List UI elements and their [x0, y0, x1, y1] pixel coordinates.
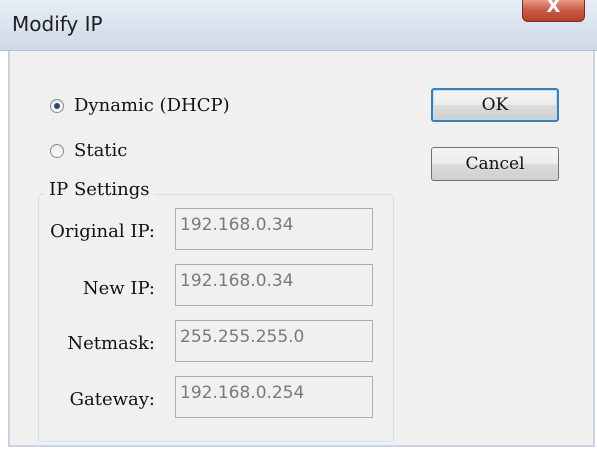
gateway-field[interactable]: 192.168.0.254: [175, 376, 373, 418]
original-ip-field[interactable]: 192.168.0.34: [175, 208, 373, 250]
dhcp-radio-button[interactable]: [50, 98, 64, 113]
static-radio[interactable]: Static: [50, 140, 127, 161]
close-button[interactable]: X: [522, 0, 585, 22]
static-radio-label: Static: [74, 140, 128, 161]
dialog-body: Dynamic (DHCP) Static OK Cancel IP Setti…: [8, 51, 595, 447]
original-ip-label: Original IP:: [50, 221, 155, 242]
netmask-label: Netmask:: [67, 333, 155, 354]
title-bar: Modify IP X: [0, 0, 597, 51]
ip-settings-heading: IP Settings: [45, 179, 154, 200]
close-icon: X: [546, 0, 561, 17]
ok-button[interactable]: OK: [431, 88, 559, 122]
static-radio-button[interactable]: [50, 143, 64, 158]
cancel-button[interactable]: Cancel: [431, 147, 559, 181]
new-ip-label: New IP:: [82, 278, 155, 299]
dhcp-radio[interactable]: Dynamic (DHCP): [50, 95, 230, 116]
dhcp-radio-label: Dynamic (DHCP): [74, 95, 230, 116]
netmask-field[interactable]: 255.255.255.0: [175, 320, 373, 362]
new-ip-field[interactable]: 192.168.0.34: [175, 264, 373, 306]
gateway-label: Gateway:: [69, 389, 155, 410]
window-title: Modify IP: [12, 12, 103, 36]
